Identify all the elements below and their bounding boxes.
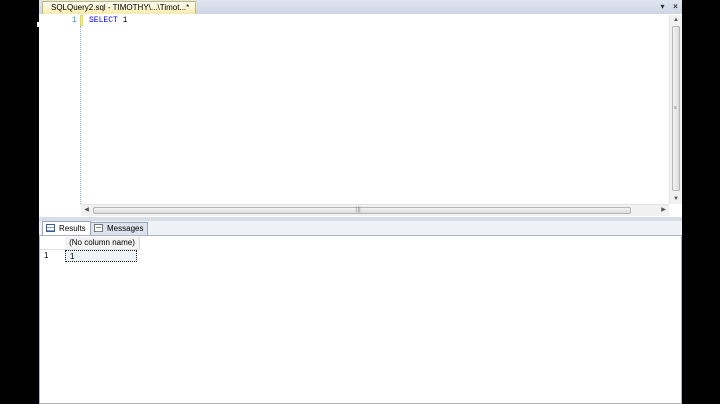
grid-icon [46,224,55,232]
code-line[interactable]: SELECT 1 [89,16,127,25]
horizontal-scroll-thumb[interactable]: ||| [93,207,631,214]
tab-messages[interactable]: Messages [90,222,149,235]
results-tab-strip: Results Messages [39,221,682,235]
results-grid[interactable]: (No column name) 1 1 [39,235,682,404]
grip-icon: ≡ [674,105,677,111]
tab-messages-label: Messages [107,224,144,233]
ssms-query-window: SQLQuery2.sql - TIMOTHY\...\Timot...* ▾ … [39,0,682,404]
messages-icon [94,224,103,232]
editor-vertical-scrollbar[interactable]: ▲ ≡ ▼ [669,15,682,204]
document-tab-title: SQLQuery2.sql - TIMOTHY\...\Timot...* [51,3,190,12]
grid-cell[interactable]: 1 [65,250,137,262]
line-number: 1 [72,16,77,25]
row-number[interactable]: 1 [44,250,60,262]
sql-keyword: SELECT [89,16,118,25]
document-tab-strip: SQLQuery2.sql - TIMOTHY\...\Timot...* ▾ … [39,0,682,15]
column-header[interactable]: (No column name) [65,237,140,249]
outline-margin [80,26,81,204]
scroll-down-icon[interactable]: ▼ [670,194,682,204]
vertical-scroll-thumb[interactable]: ≡ [672,26,680,191]
tab-dropdown-icon[interactable]: ▾ [657,1,668,12]
sql-literal: 1 [122,16,128,25]
query-editor[interactable]: 1 SELECT 1 ▲ ≡ ▼ ◀ ||| ▶ [39,14,682,217]
grip-icon: ||| [356,207,361,213]
close-icon[interactable]: × [670,1,681,12]
change-tracking-bar [80,15,83,26]
tab-results-label: Results [59,224,86,233]
scroll-up-icon[interactable]: ▲ [670,15,682,25]
document-tab[interactable]: SQLQuery2.sql - TIMOTHY\...\Timot...* [42,1,197,15]
tab-results[interactable]: Results [42,221,91,235]
editor-horizontal-scrollbar[interactable]: ◀ ||| ▶ [81,204,669,216]
scroll-right-icon[interactable]: ▶ [658,205,669,216]
scroll-left-icon[interactable]: ◀ [81,205,92,216]
